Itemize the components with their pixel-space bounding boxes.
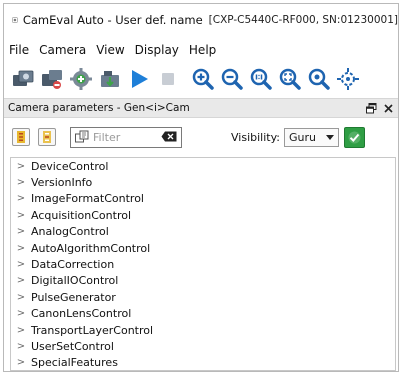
tree-item-label: DigitalIOControl	[31, 274, 119, 288]
expand-arrow-icon[interactable]: >	[11, 193, 31, 204]
zoom-fit-button[interactable]	[277, 66, 303, 92]
collapse-all-button[interactable]	[38, 128, 56, 146]
expand-arrow-icon[interactable]: >	[11, 275, 31, 286]
checkmark-icon	[348, 131, 361, 143]
tree-item-label: UserSetControl	[31, 339, 114, 353]
stop-button[interactable]	[155, 66, 181, 92]
filter-field[interactable]	[70, 126, 182, 148]
grab-button[interactable]	[97, 66, 123, 92]
zoom-custom-icon	[308, 68, 330, 90]
tree-item[interactable]: > DataCorrection	[11, 256, 395, 272]
tree-item[interactable]: > DeviceControl	[11, 158, 395, 174]
tree-item-label: ImageFormatControl	[31, 192, 144, 206]
app-icon	[12, 17, 18, 23]
tree-item-label: CanonLensControl	[31, 307, 132, 321]
play-button[interactable]	[126, 66, 152, 92]
zoom-fit-icon	[279, 68, 301, 90]
parameter-tree: > DeviceControl > VersionInfo > ImageFormat…	[10, 157, 396, 371]
expand-arrow-icon[interactable]: >	[11, 243, 31, 254]
expand-arrow-icon[interactable]: >	[11, 161, 31, 172]
expand-arrow-icon[interactable]: >	[11, 292, 31, 303]
filter-row: Visibility: Guru	[4, 117, 398, 157]
expand-arrow-icon[interactable]: >	[11, 357, 31, 368]
camera-settings-button[interactable]	[39, 66, 65, 92]
expand-arrow-icon[interactable]: >	[11, 259, 31, 270]
window-subtitle: [CXP-C5440C-RF000, SN:01230001]	[208, 14, 398, 26]
close-panel-button[interactable]	[381, 101, 395, 115]
tree-item-label: PulseGenerator	[31, 290, 116, 304]
clear-filter-icon[interactable]	[161, 131, 177, 142]
tree-item-label: VersionInfo	[31, 176, 93, 190]
tree-item-label: AcquisitionControl	[31, 208, 132, 222]
toolbar	[4, 62, 398, 96]
tree-item[interactable]: > AnalogControl	[11, 224, 395, 240]
panel-title: Camera parameters - Gen<i>Cam	[8, 102, 190, 114]
tree-item[interactable]: > PulseGenerator	[11, 289, 395, 305]
visibility-select[interactable]: Guru	[284, 127, 340, 147]
tree-item[interactable]: > DigitalIOControl	[11, 273, 395, 289]
tree-item[interactable]: > AcquisitionControl	[11, 207, 395, 223]
gear-add-icon	[70, 68, 92, 90]
tree-item[interactable]: > SpecialFeatures	[11, 355, 395, 370]
panel-header: Camera parameters - Gen<i>Cam	[4, 98, 398, 118]
visibility-label: Visibility:	[231, 130, 281, 144]
expand-arrow-icon[interactable]: >	[11, 210, 31, 221]
filter-icon	[74, 129, 90, 145]
zoom-custom-button[interactable]	[306, 66, 332, 92]
tree-item-label: AutoAlgorithmControl	[31, 241, 151, 255]
filter-input[interactable]	[93, 130, 159, 144]
window-title: CamEval Auto - User def. name	[22, 13, 203, 27]
float-window-icon	[365, 102, 376, 113]
zoom-out-icon	[221, 68, 243, 90]
crosshair-button[interactable]	[335, 66, 361, 92]
tree-item[interactable]: > CanonLensControl	[11, 306, 395, 322]
tree-item[interactable]: > TransportLayerControl	[11, 322, 395, 338]
title-bar: CamEval Auto - User def. name [CXP-C5440…	[4, 4, 398, 36]
menu-camera[interactable]: Camera	[34, 43, 91, 57]
tree-item[interactable]: > VersionInfo	[11, 174, 395, 190]
play-icon	[132, 70, 148, 88]
zoom-out-button[interactable]	[219, 66, 245, 92]
apply-button[interactable]	[344, 126, 366, 148]
crosshair-icon	[337, 68, 359, 90]
expand-arrow-icon[interactable]: >	[11, 308, 31, 319]
zoom-in-icon	[192, 68, 214, 90]
menu-view[interactable]: View	[91, 43, 129, 57]
tree-item-label: AnalogControl	[31, 225, 109, 239]
close-icon	[383, 103, 393, 113]
grab-icon	[101, 71, 119, 87]
menu-display[interactable]: Display	[130, 43, 184, 57]
cameras-button[interactable]	[10, 66, 36, 92]
menu-file[interactable]: File	[4, 43, 34, 57]
chevron-down-icon	[326, 134, 335, 140]
expand-arrow-icon[interactable]: >	[11, 177, 31, 188]
expand-arrow-icon[interactable]: >	[11, 341, 31, 352]
tree-item[interactable]: > UserSetControl	[11, 338, 395, 354]
menu-help[interactable]: Help	[184, 43, 221, 57]
menu-bar: File Camera View Display Help	[4, 40, 398, 60]
visibility-value: Guru	[289, 130, 317, 144]
tree-item-label: TransportLayerControl	[31, 323, 154, 337]
expand-arrow-icon[interactable]: >	[11, 325, 31, 336]
zoom-1to1-icon	[250, 68, 272, 90]
app-window: CamEval Auto - User def. name [CXP-C5440…	[3, 3, 399, 372]
float-panel-button[interactable]	[364, 101, 378, 115]
collapse-list-icon	[43, 131, 51, 143]
expand-list-icon	[17, 131, 25, 143]
cameras-icon	[13, 70, 34, 86]
tree-item-label: SpecialFeatures	[31, 356, 118, 370]
zoom-in-button[interactable]	[190, 66, 216, 92]
tree-item[interactable]: > AutoAlgorithmControl	[11, 240, 395, 256]
expand-all-button[interactable]	[12, 128, 30, 146]
gear-add-button[interactable]	[68, 66, 94, 92]
stop-icon	[162, 73, 174, 85]
tree-item[interactable]: > ImageFormatControl	[11, 191, 395, 207]
tree-item-label: DeviceControl	[31, 159, 109, 173]
expand-arrow-icon[interactable]: >	[11, 226, 31, 237]
tree-item-label: DataCorrection	[31, 258, 115, 272]
camera-settings-icon	[42, 70, 62, 89]
zoom-1to1-button[interactable]	[248, 66, 274, 92]
